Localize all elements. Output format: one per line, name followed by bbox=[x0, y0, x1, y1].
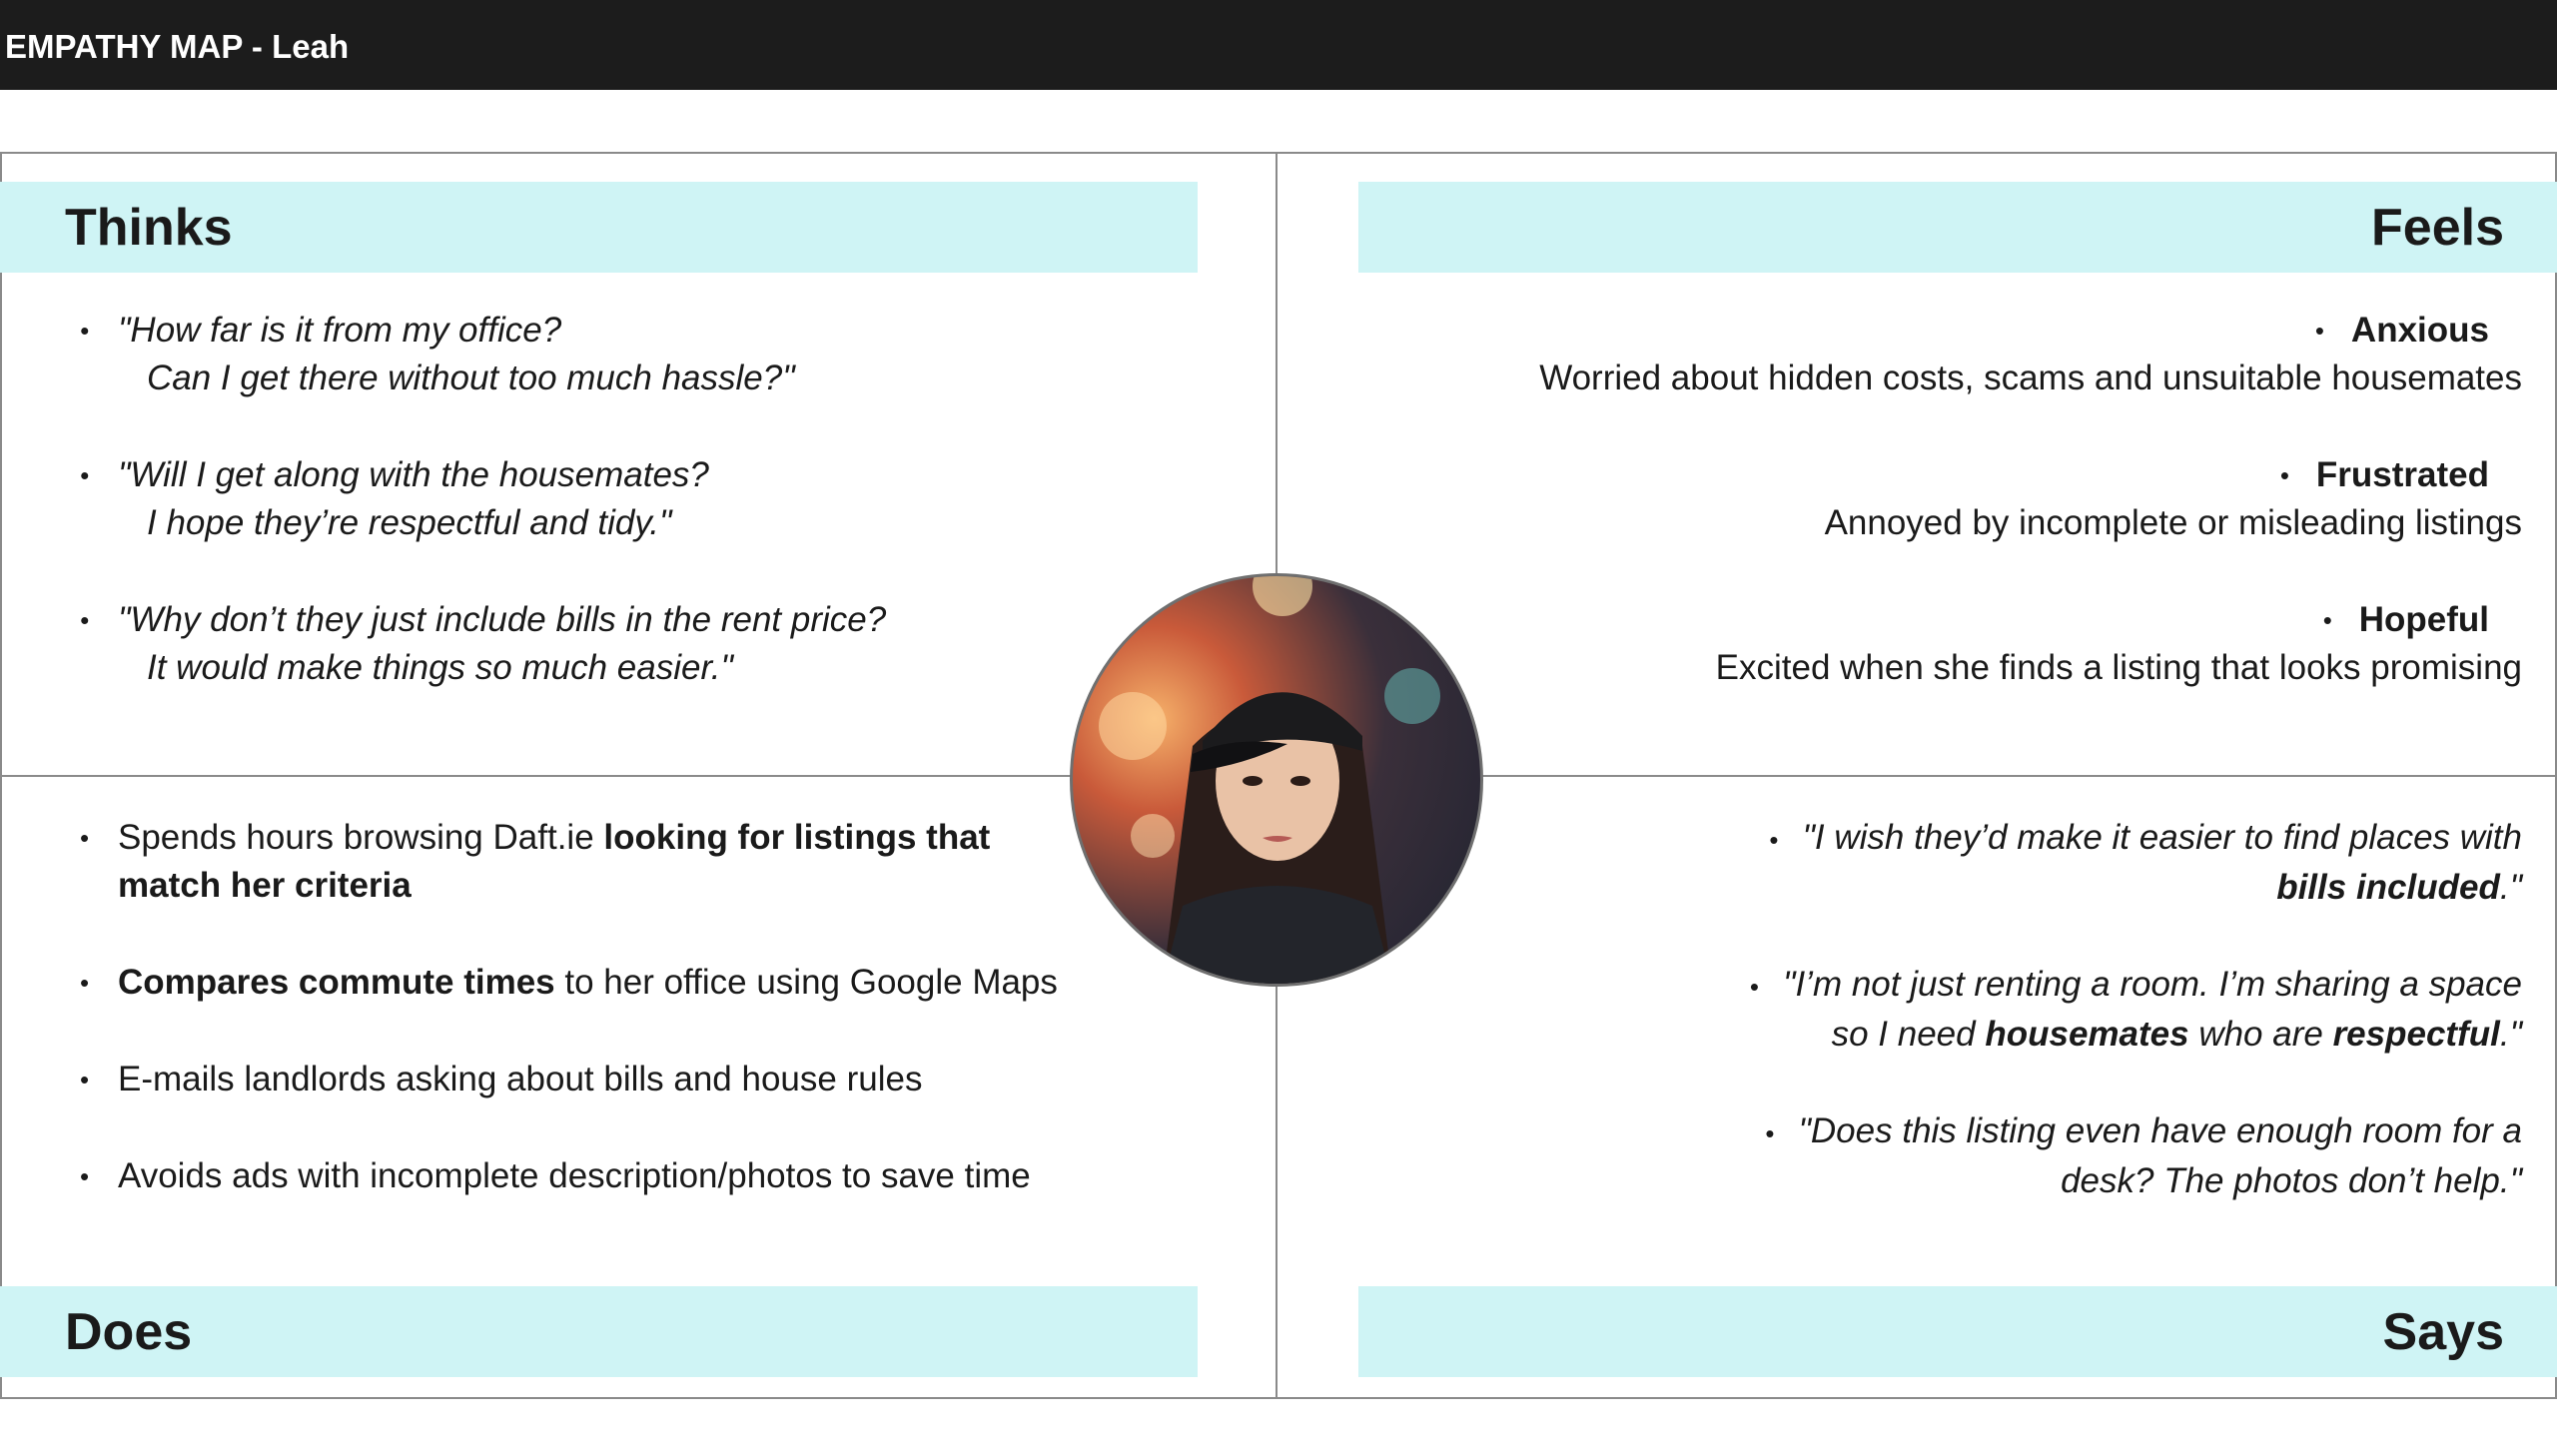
says-line1: "I wish they’d make it easier to find pl… bbox=[1802, 818, 2522, 857]
persona-avatar bbox=[1070, 573, 1483, 987]
thinks-header: Thinks bbox=[0, 182, 1198, 273]
says-line1: "Does this listing even have enough room… bbox=[1798, 1111, 2522, 1150]
feels-description: Annoyed by incomplete or misleading list… bbox=[1824, 503, 2522, 542]
feels-item: • Frustrated Annoyed by incomplete or mis… bbox=[1423, 451, 2522, 547]
feels-emotion: Anxious bbox=[2350, 311, 2489, 350]
persona-portrait bbox=[1099, 576, 1440, 984]
thinks-item: • "Why don’t they just include bills in … bbox=[0, 596, 1099, 692]
feels-description: Worried about hidden costs, scams and un… bbox=[1539, 359, 2522, 397]
feels-header: Feels bbox=[1358, 182, 2557, 273]
feels-description: Excited when she finds a listing that lo… bbox=[1715, 648, 2522, 687]
does-item: • E-mails landlords asking about bills an… bbox=[80, 1060, 923, 1098]
says-header: Says bbox=[1358, 1286, 2557, 1377]
does-item: • Avoids ads with incomplete description/… bbox=[80, 1156, 1031, 1195]
thinks-item-line1: "Will I get along with the housemates? bbox=[118, 455, 709, 494]
does-emphasis: Compares commute times bbox=[118, 963, 555, 1002]
does-text: to her office using Google Maps bbox=[554, 963, 1058, 1002]
feels-emotion: Frustrated bbox=[2315, 455, 2489, 494]
top-bar: EMPATHY MAP - Leah bbox=[0, 0, 2557, 90]
says-item: • "I wish they’d make it easier to find p… bbox=[1769, 818, 2522, 907]
thinks-item: • "Will I get along with the housemates?… bbox=[0, 451, 1099, 547]
does-text: Spends hours browsing Daft.ie bbox=[118, 818, 604, 857]
feels-item: • Anxious Worried about hidden costs, sca… bbox=[1423, 307, 2522, 402]
page-title: EMPATHY MAP - Leah bbox=[5, 28, 350, 65]
thinks-item-line1: "How far is it from my office? bbox=[118, 311, 562, 350]
says-line1: "I’m not just renting a room. I’m sharin… bbox=[1783, 965, 2522, 1004]
says-list: • "I wish they’d make it easier to find p… bbox=[1523, 814, 2522, 1254]
does-item: • Compares commute times to her office us… bbox=[80, 963, 1058, 1002]
says-item: • "Does this listing even have enough roo… bbox=[1765, 1111, 2522, 1200]
thinks-item-line1: "Why don’t they just include bills in th… bbox=[118, 600, 887, 639]
feels-list: • Anxious Worried about hidden costs, sca… bbox=[1423, 307, 2522, 741]
says-emphasis: bills included bbox=[2276, 868, 2500, 907]
says-text: desk? The photos don’t help." bbox=[2061, 1161, 2522, 1200]
says-emphasis: housemates bbox=[1985, 1015, 2189, 1054]
thinks-item-line2: Can I get there without too much hassle?… bbox=[147, 359, 795, 397]
does-text: Avoids ads with incomplete description/p… bbox=[118, 1156, 1031, 1195]
does-item: • Spends hours browsing Daft.ie looking f… bbox=[80, 818, 991, 905]
thinks-item-line2: It would make things so much easier." bbox=[147, 648, 733, 687]
feels-emotion: Hopeful bbox=[2358, 600, 2489, 639]
says-text: ." bbox=[2499, 1015, 2522, 1054]
says-emphasis: respectful bbox=[2332, 1015, 2500, 1054]
thinks-item-line2: I hope they’re respectful and tidy." bbox=[147, 503, 672, 542]
says-item: • "I’m not just renting a room. I’m shari… bbox=[1749, 965, 2522, 1054]
says-text: ." bbox=[2499, 868, 2522, 907]
thinks-list: • "How far is it from my office? Can I g… bbox=[0, 307, 1099, 741]
does-header: Does bbox=[0, 1286, 1198, 1377]
says-text: who are bbox=[2188, 1015, 2333, 1054]
does-list: • Spends hours browsing Daft.ie looking f… bbox=[0, 814, 1079, 1249]
does-text: E-mails landlords asking about bills and… bbox=[118, 1060, 923, 1098]
says-text: so I need bbox=[1831, 1015, 1986, 1054]
feels-item: • Hopeful Excited when she finds a listin… bbox=[1423, 596, 2522, 692]
thinks-item: • "How far is it from my office? Can I g… bbox=[0, 307, 1099, 402]
